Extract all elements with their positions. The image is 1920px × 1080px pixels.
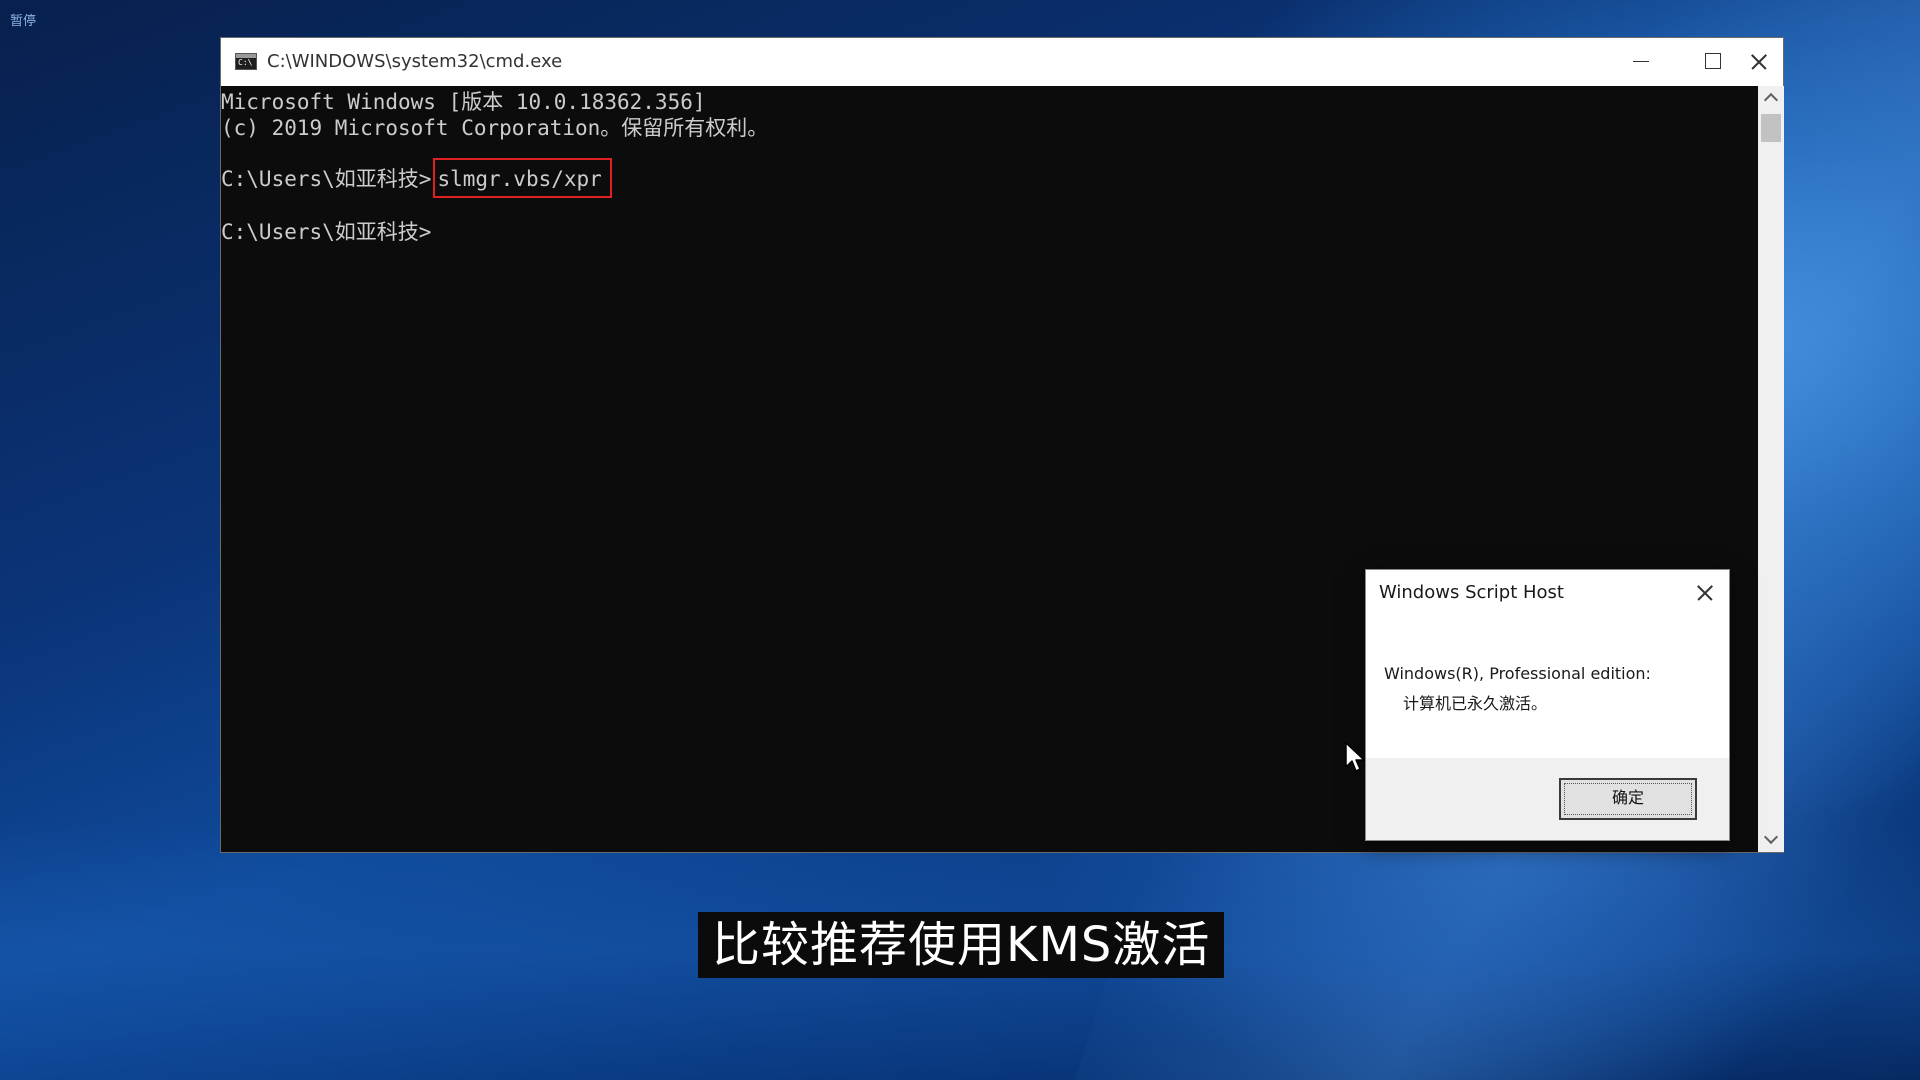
- maximize-button[interactable]: [1676, 38, 1748, 86]
- chevron-up-icon: [1763, 92, 1779, 108]
- console-line-copyright: (c) 2019 Microsoft Corporation。保留所有权利。: [221, 116, 769, 140]
- dialog-footer: 确定: [1366, 758, 1729, 840]
- scroll-up-button[interactable]: [1758, 86, 1784, 110]
- vertical-scrollbar[interactable]: [1758, 86, 1784, 852]
- scroll-thumb[interactable]: [1761, 114, 1781, 142]
- dialog-close-button[interactable]: [1684, 576, 1724, 610]
- console-prompt: C:\Users\如亚科技>: [221, 167, 432, 191]
- script-host-dialog: Windows Script Host Windows(R), Professi…: [1365, 569, 1730, 841]
- highlighted-command: slmgr.vbs/xpr: [433, 158, 612, 198]
- dialog-title: Windows Script Host: [1379, 582, 1564, 603]
- minimize-button[interactable]: [1604, 38, 1676, 86]
- scroll-down-button[interactable]: [1758, 828, 1784, 852]
- minimize-icon: [1633, 61, 1649, 62]
- maximize-icon: [1705, 53, 1721, 69]
- cmd-window-title: C:\WINDOWS\system32\cmd.exe: [267, 51, 563, 72]
- close-button[interactable]: [1748, 38, 1784, 86]
- chevron-down-icon: [1763, 829, 1779, 845]
- pause-label[interactable]: 暂停: [10, 10, 36, 29]
- ok-button[interactable]: 确定: [1559, 778, 1697, 820]
- mouse-pointer-icon: [1345, 742, 1365, 772]
- cmd-icon: C:\: [235, 53, 257, 70]
- console-line-version: Microsoft Windows [版本 10.0.18362.356]: [221, 90, 706, 114]
- dialog-message-status: 计算机已永久激活。: [1403, 694, 1548, 713]
- cmd-titlebar[interactable]: C:\ C:\WINDOWS\system32\cmd.exe: [221, 38, 1783, 86]
- console-line-command: C:\Users\如亚科技> slmgr.vbs/xpr: [221, 158, 612, 198]
- dialog-message-edition: Windows(R), Professional edition:: [1384, 664, 1651, 683]
- video-subtitle: 比较推荐使用KMS激活: [698, 912, 1225, 978]
- console-line-prompt: C:\Users\如亚科技>: [221, 220, 432, 244]
- desktop-background: 暂停 C:\ C:\WINDOWS\system32\cmd.exe Micro…: [0, 0, 1920, 1080]
